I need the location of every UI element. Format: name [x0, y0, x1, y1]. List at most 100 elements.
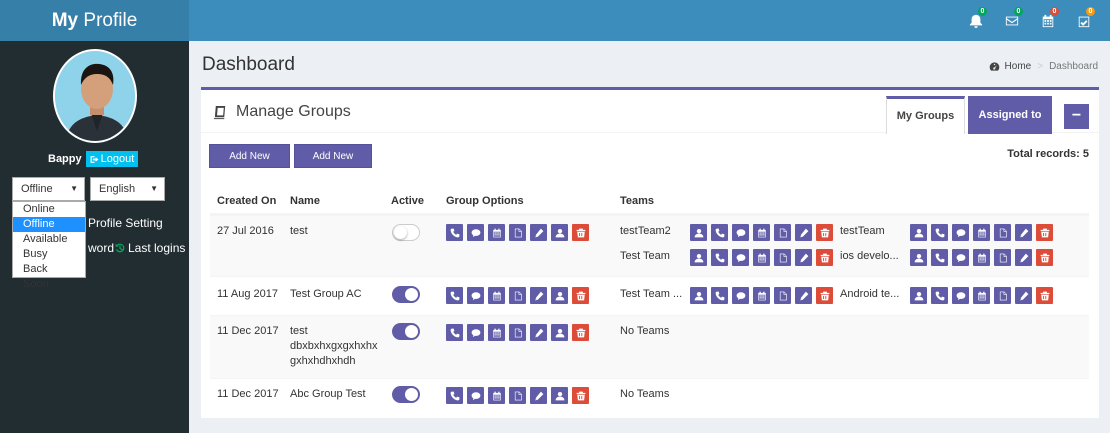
edit-button[interactable] [530, 324, 547, 341]
team-file-button[interactable] [994, 224, 1011, 241]
column-active[interactable]: Active [391, 195, 424, 207]
team-file-button[interactable] [994, 287, 1011, 304]
team-delete-button[interactable] [1036, 224, 1053, 241]
team-file-button[interactable] [774, 287, 791, 304]
call-button[interactable] [446, 287, 463, 304]
team-file-button[interactable] [774, 224, 791, 241]
chat-button[interactable] [467, 387, 484, 404]
chat-button[interactable] [467, 224, 484, 241]
status-option-busy[interactable]: Busy [13, 247, 85, 262]
team-call-button[interactable] [711, 287, 728, 304]
members-button[interactable] [551, 324, 568, 341]
delete-button[interactable] [572, 387, 589, 404]
team-call-button[interactable] [931, 287, 948, 304]
team-edit-button[interactable] [1015, 224, 1032, 241]
tab-my-groups[interactable]: My Groups [886, 96, 965, 134]
add-new-group-button[interactable]: Add New Group [209, 144, 290, 186]
members-button[interactable] [551, 287, 568, 304]
calendar-button[interactable] [488, 287, 505, 304]
column-group-options[interactable]: Group Options [446, 195, 524, 207]
brand-logo[interactable]: My Profile [0, 0, 189, 41]
team-call-button[interactable] [711, 249, 728, 266]
team-calendar-button[interactable] [973, 287, 990, 304]
team-delete-button[interactable] [816, 287, 833, 304]
team-chat-button[interactable] [732, 224, 749, 241]
team-delete-button[interactable] [816, 224, 833, 241]
notifications-button[interactable]: 0 [958, 0, 994, 41]
team-members-button[interactable] [910, 249, 927, 266]
call-button[interactable] [446, 224, 463, 241]
add-new-team-button[interactable]: Add New Team [294, 144, 372, 186]
status-option-available[interactable]: Available [13, 232, 85, 247]
delete-button[interactable] [572, 224, 589, 241]
call-button[interactable] [446, 387, 463, 404]
team-calendar-button[interactable] [753, 249, 770, 266]
collapse-button[interactable]: − [1064, 104, 1089, 129]
team-calendar-button[interactable] [753, 287, 770, 304]
messages-button[interactable]: 0 [994, 0, 1030, 41]
team-members-button[interactable] [690, 249, 707, 266]
team-members-button[interactable] [690, 287, 707, 304]
team-calendar-button[interactable] [973, 249, 990, 266]
profile-setting-link[interactable]: Profile Setting [88, 216, 163, 230]
team-edit-button[interactable] [1015, 287, 1032, 304]
language-select[interactable]: English ▼ [90, 177, 165, 201]
team-chat-button[interactable] [952, 224, 969, 241]
team-members-button[interactable] [910, 287, 927, 304]
active-toggle[interactable] [392, 386, 420, 403]
delete-button[interactable] [572, 324, 589, 341]
edit-button[interactable] [530, 224, 547, 241]
members-button[interactable] [551, 387, 568, 404]
calendar-button[interactable] [488, 387, 505, 404]
team-chat-button[interactable] [952, 249, 969, 266]
team-members-button[interactable] [910, 224, 927, 241]
breadcrumb-home[interactable]: Home [1005, 61, 1032, 72]
active-toggle[interactable] [392, 224, 420, 241]
logout-button[interactable]: Logout [85, 151, 139, 167]
active-toggle[interactable] [392, 286, 420, 303]
status-option-offline[interactable]: Offline [13, 217, 85, 232]
team-edit-button[interactable] [795, 249, 812, 266]
call-button[interactable] [446, 324, 463, 341]
team-chat-button[interactable] [732, 287, 749, 304]
team-calendar-button[interactable] [973, 224, 990, 241]
chat-button[interactable] [467, 287, 484, 304]
team-call-button[interactable] [931, 249, 948, 266]
members-button[interactable] [551, 224, 568, 241]
team-delete-button[interactable] [1036, 249, 1053, 266]
calendar-button[interactable]: 0 [1030, 0, 1066, 41]
column-name[interactable]: Name [290, 195, 320, 207]
chat-button[interactable] [467, 324, 484, 341]
active-toggle[interactable] [392, 323, 420, 340]
status-option-back-soon[interactable]: Back Soon [13, 262, 85, 290]
team-edit-button[interactable] [795, 224, 812, 241]
tasks-button[interactable]: 0 [1066, 0, 1102, 41]
team-members-button[interactable] [690, 224, 707, 241]
status-option-online[interactable]: Online [13, 202, 85, 217]
file-button[interactable] [509, 287, 526, 304]
team-chat-button[interactable] [732, 249, 749, 266]
status-select[interactable]: Offline ▼ [12, 177, 85, 201]
team-delete-button[interactable] [816, 249, 833, 266]
delete-button[interactable] [572, 287, 589, 304]
team-call-button[interactable] [931, 224, 948, 241]
edit-button[interactable] [530, 387, 547, 404]
team-edit-button[interactable] [795, 287, 812, 304]
file-button[interactable] [509, 224, 526, 241]
team-file-button[interactable] [774, 249, 791, 266]
column-teams[interactable]: Teams [620, 195, 654, 207]
column-created-on[interactable]: Created On [217, 195, 276, 207]
team-chat-button[interactable] [952, 287, 969, 304]
team-delete-button[interactable] [1036, 287, 1053, 304]
last-logins-link[interactable]: Last logins [115, 241, 185, 255]
tab-assigned-to[interactable]: Assigned to [968, 96, 1052, 134]
password-link[interactable]: word [88, 241, 114, 255]
file-button[interactable] [509, 324, 526, 341]
calendar-button[interactable] [488, 224, 505, 241]
team-calendar-button[interactable] [753, 224, 770, 241]
file-button[interactable] [509, 387, 526, 404]
edit-button[interactable] [530, 287, 547, 304]
team-edit-button[interactable] [1015, 249, 1032, 266]
calendar-button[interactable] [488, 324, 505, 341]
team-call-button[interactable] [711, 224, 728, 241]
